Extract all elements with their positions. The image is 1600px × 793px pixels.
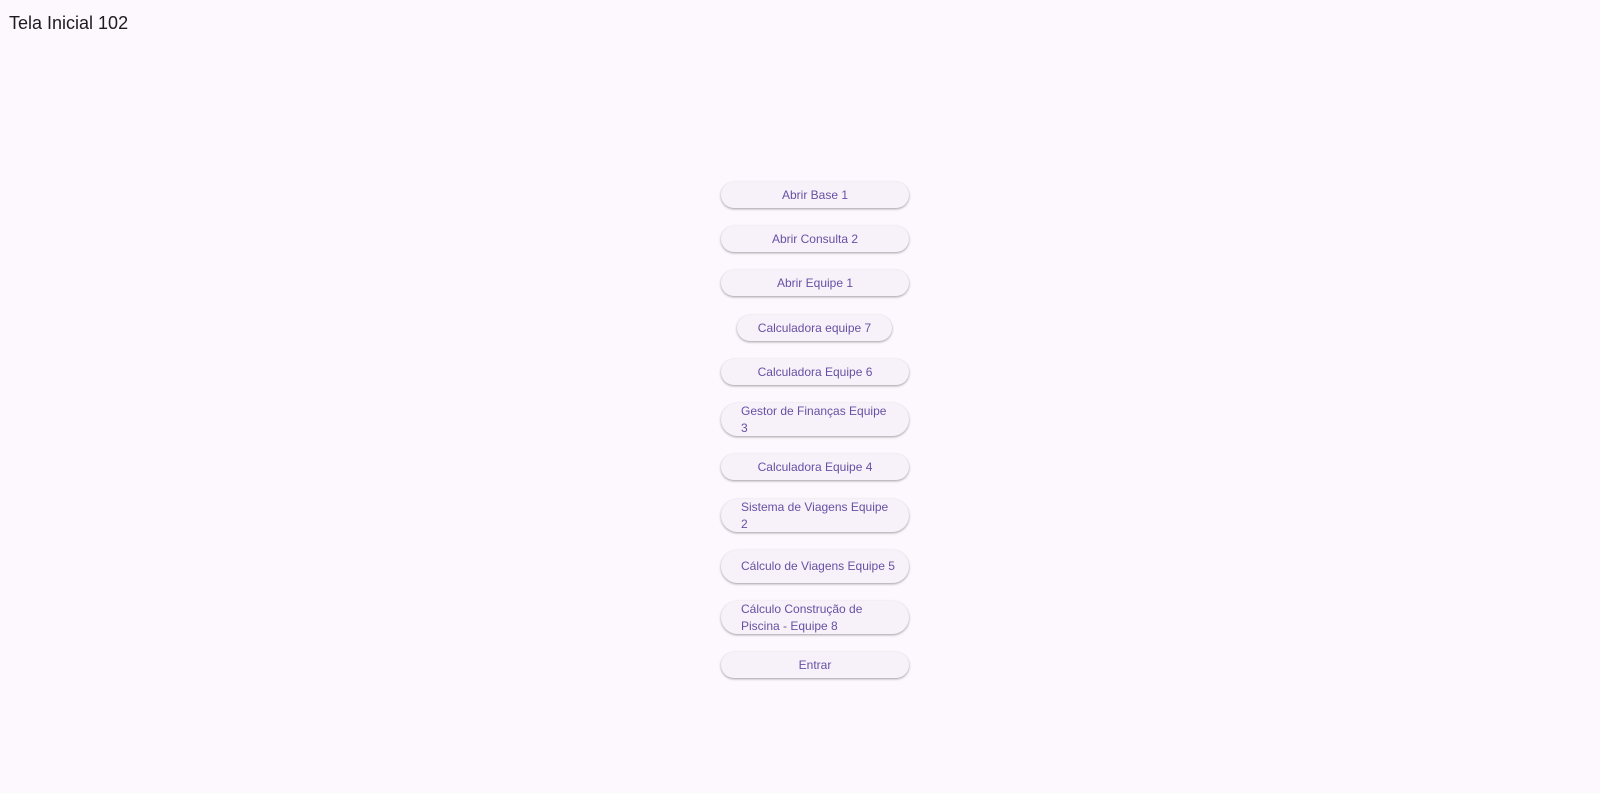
abrir-base-1-button[interactable]: Abrir Base 1 [721, 182, 909, 208]
button-label: Calculadora equipe 7 [757, 320, 872, 335]
calculadora-equipe-4-button[interactable]: Calculadora Equipe 4 [721, 454, 909, 480]
button-label: Calculadora Equipe 6 [757, 364, 873, 379]
calculo-viagens-equipe-5-button[interactable]: Cálculo de Viagens Equipe 5 [721, 550, 909, 583]
button-label: Calculadora Equipe 4 [757, 459, 873, 474]
entrar-button[interactable]: Entrar [721, 652, 909, 678]
calculo-piscina-equipe-8-button[interactable]: Cálculo Construção de Piscina - Equipe 8 [721, 601, 909, 634]
button-label: Abrir Equipe 1 [776, 275, 854, 290]
button-label: Gestor de Finanças Equipe 3 [741, 403, 887, 435]
gestor-financas-equipe-3-button[interactable]: Gestor de Finanças Equipe 3 [721, 403, 909, 436]
button-label: Sistema de Viagens Equipe 2 [741, 499, 889, 531]
calculadora-equipe-6-button[interactable]: Calculadora Equipe 6 [721, 359, 909, 385]
calculadora-equipe-7-button[interactable]: Calculadora equipe 7 [737, 315, 892, 341]
button-label: Entrar [798, 657, 832, 672]
button-label: Abrir Base 1 [781, 187, 849, 202]
button-label: Abrir Consulta 2 [771, 231, 859, 246]
abrir-equipe-1-button[interactable]: Abrir Equipe 1 [721, 270, 909, 296]
sistema-viagens-equipe-2-button[interactable]: Sistema de Viagens Equipe 2 [721, 499, 909, 532]
button-label: Cálculo Construção de Piscina - Equipe 8 [741, 601, 863, 633]
abrir-consulta-2-button[interactable]: Abrir Consulta 2 [721, 226, 909, 252]
button-list: Abrir Base 1 Abrir Consulta 2 Abrir Equi… [0, 0, 1600, 793]
button-label: Cálculo de Viagens Equipe 5 [741, 559, 895, 573]
